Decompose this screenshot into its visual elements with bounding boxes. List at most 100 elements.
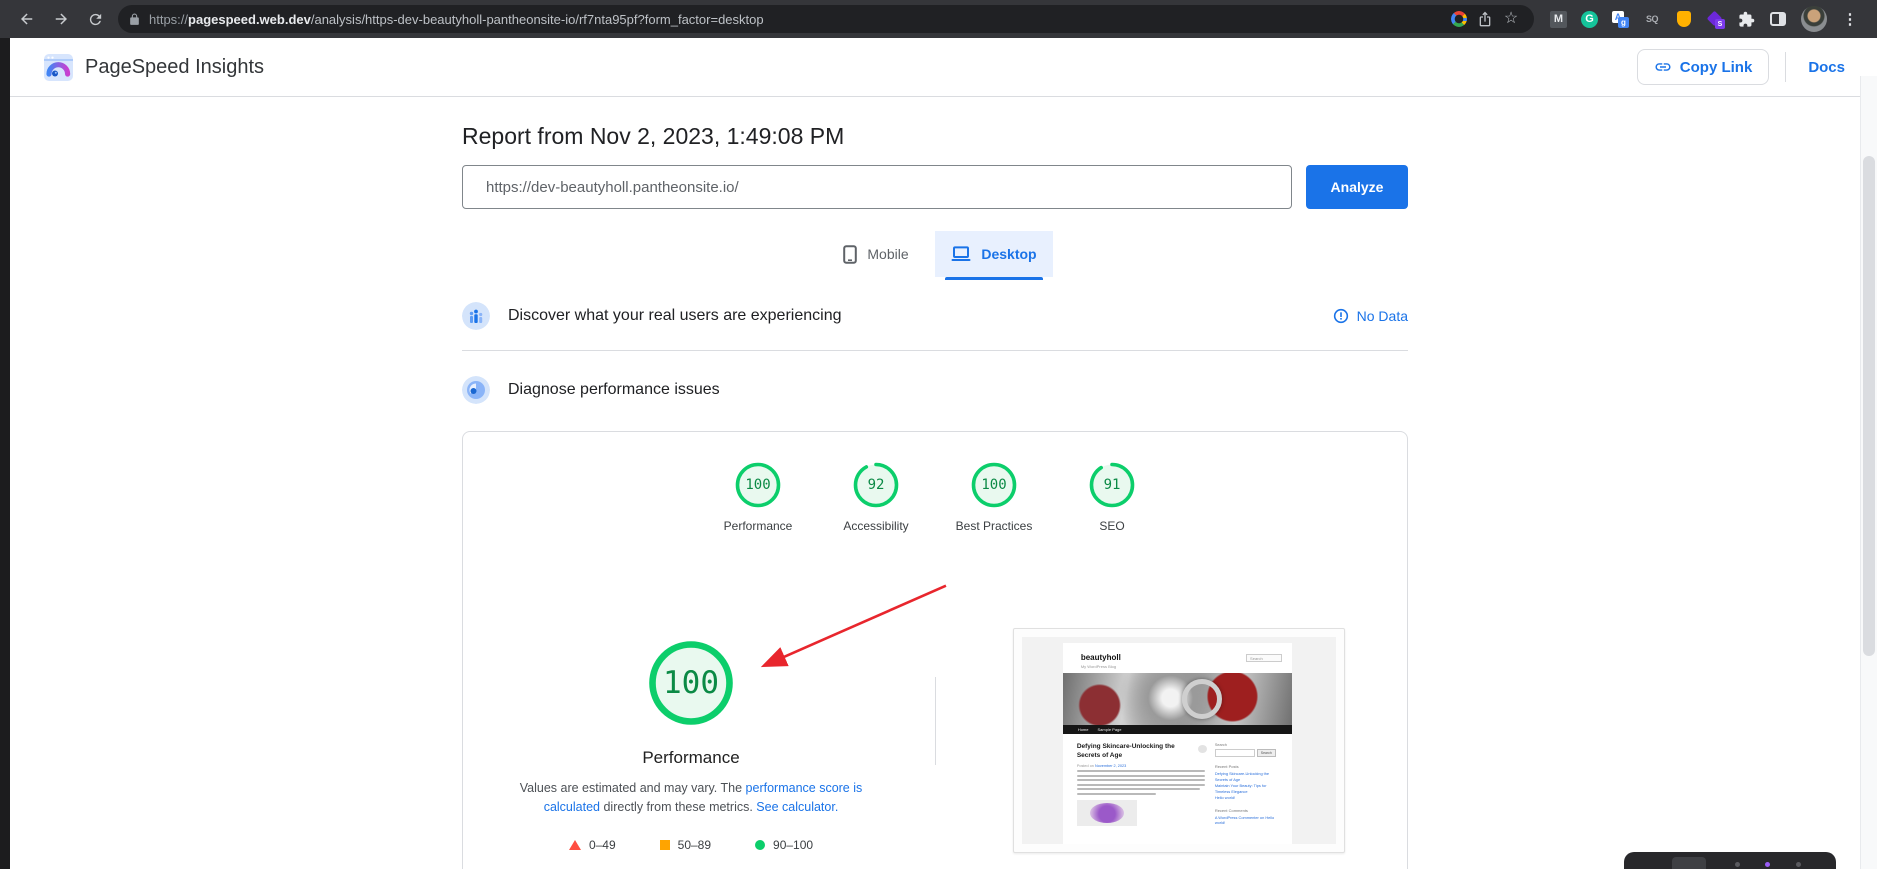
legend-triangle-icon [569, 840, 581, 850]
legend-item-poor: 0–49 [569, 838, 616, 852]
see-calculator-link[interactable]: See calculator. [756, 800, 838, 814]
side-panel-button[interactable] [1769, 10, 1787, 28]
mock-recent-posts-label: Recent Posts [1215, 764, 1283, 769]
browser-menu-button[interactable]: ⋮ [1841, 10, 1859, 28]
text-line [1077, 775, 1205, 777]
copy-link-label: Copy Link [1680, 59, 1753, 76]
scrollbar-thumb[interactable] [1863, 156, 1875, 656]
analyze-button[interactable]: Analyze [1306, 165, 1408, 209]
gauge-seo[interactable]: 91 SEO [1053, 461, 1171, 533]
info-icon [1333, 308, 1349, 324]
tab-desktop[interactable]: Desktop [935, 231, 1053, 277]
browser-toolbar: https://pagespeed.web.dev/analysis/https… [0, 0, 1877, 38]
stylus-extension-icon[interactable]: S [1707, 11, 1723, 27]
forward-button[interactable] [44, 2, 78, 36]
screenshot-area: beautyholl My WordPress Blog Search Home… [1022, 637, 1336, 844]
header-divider [1785, 52, 1786, 82]
mock-search-label: Search [1215, 743, 1283, 747]
reload-icon [87, 11, 104, 28]
extensions-puzzle-button[interactable] [1737, 10, 1755, 28]
overlay-dot [1735, 862, 1740, 867]
legend-item-average: 50–89 [660, 838, 711, 852]
mock-recent-comments-label: Recent Comments [1215, 808, 1283, 813]
mock-article-title: Defying Skincare-Unlocking the Secrets o… [1077, 743, 1189, 761]
mock-site-title: beautyholl [1081, 653, 1121, 662]
m-extension-icon[interactable]: M [1550, 11, 1567, 28]
diagnose-gauge-icon [462, 376, 490, 404]
page-scrollbar[interactable] [1860, 76, 1877, 869]
score-legend: 0–49 50–89 90–100 [469, 838, 913, 852]
site-screenshot-thumbnail[interactable]: beautyholl My WordPress Blog Search Home… [1013, 628, 1345, 853]
copy-link-button[interactable]: Copy Link [1637, 49, 1770, 85]
gauge-performance[interactable]: 100 Performance [699, 461, 817, 533]
performance-big-gauge: 100 [648, 640, 734, 726]
docs-link[interactable]: Docs [1802, 51, 1851, 84]
legend-range: 0–49 [589, 838, 616, 852]
share-icon [1477, 11, 1493, 27]
back-icon [18, 10, 36, 28]
performance-description: Values are estimated and may vary. The p… [491, 779, 891, 818]
no-data-status[interactable]: No Data [1333, 308, 1408, 324]
google-app-button[interactable] [1446, 6, 1472, 32]
lab-data-title: Diagnose performance issues [508, 381, 720, 399]
back-button[interactable] [10, 2, 44, 36]
text-line [1077, 779, 1205, 781]
gauge-accessibility[interactable]: 92 Accessibility [817, 461, 935, 533]
mock-site-page: beautyholl My WordPress Blog Search Home… [1063, 643, 1292, 844]
url-host: pagespeed.web.dev [188, 12, 311, 27]
pagespeed-logo-icon [44, 54, 73, 81]
mock-article-meta: Posted on November 2, 2023 [1077, 764, 1205, 768]
tab-mobile[interactable]: Mobile [817, 231, 935, 277]
mock-nav-bar: Home Sample Page [1063, 725, 1292, 734]
url-input[interactable] [462, 165, 1292, 209]
address-bar[interactable]: https://pagespeed.web.dev/analysis/https… [118, 5, 1534, 33]
real-users-icon [462, 302, 490, 330]
mock-nav-item: Sample Page [1097, 727, 1121, 732]
side-panel-icon [1770, 12, 1786, 26]
section-divider [462, 350, 1408, 351]
share-button[interactable] [1472, 6, 1498, 32]
profile-avatar[interactable] [1801, 6, 1827, 32]
text-line [1077, 788, 1200, 790]
report-content: Report from Nov 2, 2023, 1:49:08 PM Anal… [462, 97, 1408, 869]
url-path: /analysis/https-dev-beautyholl-pantheons… [311, 12, 764, 27]
mock-search-button: Search [1257, 749, 1276, 757]
legend-range: 50–89 [678, 838, 711, 852]
text-line [1077, 770, 1205, 772]
legend-circle-icon [755, 840, 765, 850]
field-data-row: Discover what your real users are experi… [462, 302, 1408, 330]
tab-desktop-label: Desktop [981, 246, 1036, 262]
score-value: 91 [1088, 461, 1136, 509]
translate-extension-icon[interactable]: A g [1612, 11, 1629, 28]
pagespeed-page: PageSpeed Insights Copy Link Docs Report… [10, 38, 1877, 869]
sq-extension-icon[interactable]: SQ [1643, 10, 1661, 28]
legend-square-icon [660, 840, 670, 850]
score-label: Performance [724, 519, 793, 533]
bookmark-button[interactable]: ☆ [1498, 6, 1524, 32]
text-line [1077, 784, 1205, 786]
gauge-best-practices[interactable]: 100 Best Practices [935, 461, 1053, 533]
reload-button[interactable] [78, 2, 112, 36]
grammarly-extension-icon[interactable]: G [1581, 11, 1598, 28]
forward-icon [52, 10, 70, 28]
app-header: PageSpeed Insights Copy Link Docs [10, 38, 1877, 97]
text-line [1077, 793, 1156, 795]
score-label: Accessibility [843, 519, 908, 533]
lab-data-row: Diagnose performance issues [462, 376, 1408, 404]
score-label: Best Practices [956, 519, 1033, 533]
mock-hero-image [1063, 673, 1292, 725]
score-value: 100 [970, 461, 1018, 509]
mock-header-search: Search [1246, 654, 1282, 662]
card-vertical-divider [935, 677, 936, 765]
performance-label: Performance [469, 748, 913, 768]
honey-extension-icon[interactable] [1675, 10, 1693, 28]
overlay-button[interactable] [1672, 857, 1706, 869]
desktop-background-strip [0, 38, 10, 869]
performance-score-value: 100 [648, 640, 734, 726]
puzzle-icon [1738, 11, 1755, 28]
performance-detail: 100 Performance Values are estimated and… [469, 640, 913, 852]
overlay-toolbar[interactable] [1624, 852, 1836, 869]
link-icon [1654, 58, 1672, 76]
desktop-laptop-icon [951, 246, 971, 262]
page-title: PageSpeed Insights [85, 56, 264, 79]
